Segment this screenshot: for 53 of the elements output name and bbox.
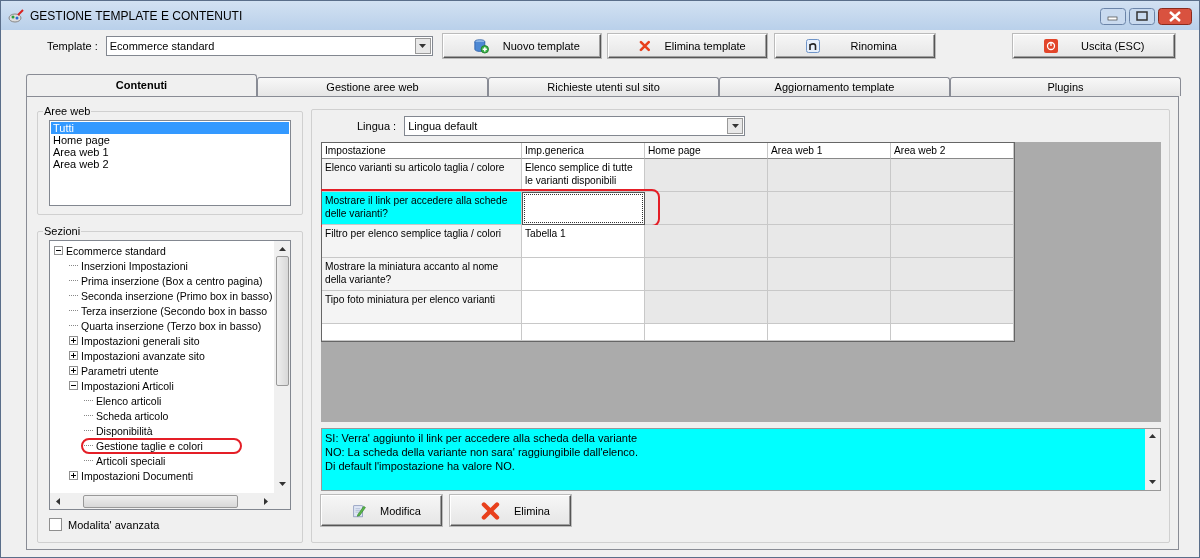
list-item[interactable]: Area web 2 xyxy=(51,158,289,170)
edit-button[interactable]: Modifica xyxy=(321,495,442,526)
tree-item[interactable]: Inserzioni Impostazioni xyxy=(80,259,189,272)
description-line: NO: La scheda della variante non sara' raggiungibile dall'elenco. xyxy=(325,445,639,459)
setting-label[interactable]: Mostrare la miniatura accanto al nome della variante? xyxy=(322,258,522,291)
setting-label[interactable]: Tipo foto miniatura per elenco varianti xyxy=(322,291,522,324)
tree-item[interactable]: Gestione taglie e colori xyxy=(95,439,204,452)
column-header: Area web 2 xyxy=(891,143,1014,159)
rename-button[interactable]: Rinomina xyxy=(774,34,935,58)
table-cell[interactable]: Tabella 1 xyxy=(522,225,645,258)
tab[interactable]: Gestione aree web xyxy=(257,77,488,96)
tree-item[interactable]: Impostazioni Articoli xyxy=(80,379,175,392)
tab[interactable]: Aggiornamento template xyxy=(719,77,950,96)
setting-label[interactable]: Elenco varianti su articolo taglia / colore xyxy=(322,159,522,192)
window-title: GESTIONE TEMPLATE E CONTENUTI xyxy=(30,8,244,23)
setting-label[interactable]: Mostrare il link per accedere alla schede delle varianti? xyxy=(322,192,522,225)
field-label: Lingua : xyxy=(357,120,397,132)
column-header: Home page xyxy=(645,143,768,159)
tree-item[interactable]: Quarta inserzione (Terzo box in basso) xyxy=(80,319,263,332)
tree-item[interactable]: Prima inserzione (Box a centro pagina) xyxy=(80,274,264,287)
group-label: Aree web xyxy=(43,105,92,117)
group-label: Sezioni xyxy=(43,225,82,237)
delete-template-button[interactable]: Elimina template xyxy=(607,34,767,58)
tree-item[interactable]: Impostazioni generali sito xyxy=(80,334,201,347)
description-line: SI: Verra' aggiunto il link per accedere alla scheda della variante xyxy=(325,431,639,445)
template-dropdown[interactable]: Ecommerce standard xyxy=(105,36,433,56)
list-item[interactable]: Area web 1 xyxy=(51,146,289,158)
delete-button[interactable]: Elimina xyxy=(450,495,571,526)
column-header: Impostazione xyxy=(322,143,522,159)
tree-item[interactable]: Scheda articolo xyxy=(95,409,170,422)
tree-item[interactable]: Impostazioni Documenti xyxy=(80,469,195,482)
tree-item[interactable]: Articoli speciali xyxy=(95,454,167,467)
tree-item[interactable]: Parametri utente xyxy=(80,364,160,377)
tab[interactable]: Richieste utenti sul sito xyxy=(488,77,719,96)
tab[interactable]: Contenuti xyxy=(26,74,257,96)
setting-label[interactable]: Filtro per elenco semplice taglia / colori xyxy=(322,225,522,258)
column-header: Imp.generica xyxy=(522,143,645,159)
checkbox-label: Modalita' avanzata xyxy=(68,518,160,531)
list-item[interactable]: Home page xyxy=(51,134,289,146)
table-cell[interactable]: Elenco semplice di tutte le varianti disponibili xyxy=(522,159,645,192)
tree-item[interactable]: Impostazioni avanzate sito xyxy=(80,349,206,362)
language-dropdown[interactable]: Lingua default xyxy=(404,116,746,136)
tab[interactable]: Plugins xyxy=(950,77,1181,96)
tree-item[interactable]: Ecommerce standard xyxy=(65,244,167,257)
exit-button[interactable]: Uscita (ESC) xyxy=(1012,34,1175,58)
new-template-button[interactable]: Nuovo template xyxy=(442,34,601,58)
description-line: Di default l'impostazione ha valore NO. xyxy=(325,459,516,473)
tree-item[interactable]: Disponibilità xyxy=(95,424,154,437)
column-header: Area web 1 xyxy=(768,143,891,159)
field-label: Template : xyxy=(47,40,98,52)
tree-item[interactable]: Elenco articoli xyxy=(95,394,163,407)
tree-item[interactable]: Terza inserzione (Secondo box in basso xyxy=(80,304,269,317)
tree-item[interactable]: Seconda inserzione (Primo box in basso) xyxy=(80,289,274,302)
